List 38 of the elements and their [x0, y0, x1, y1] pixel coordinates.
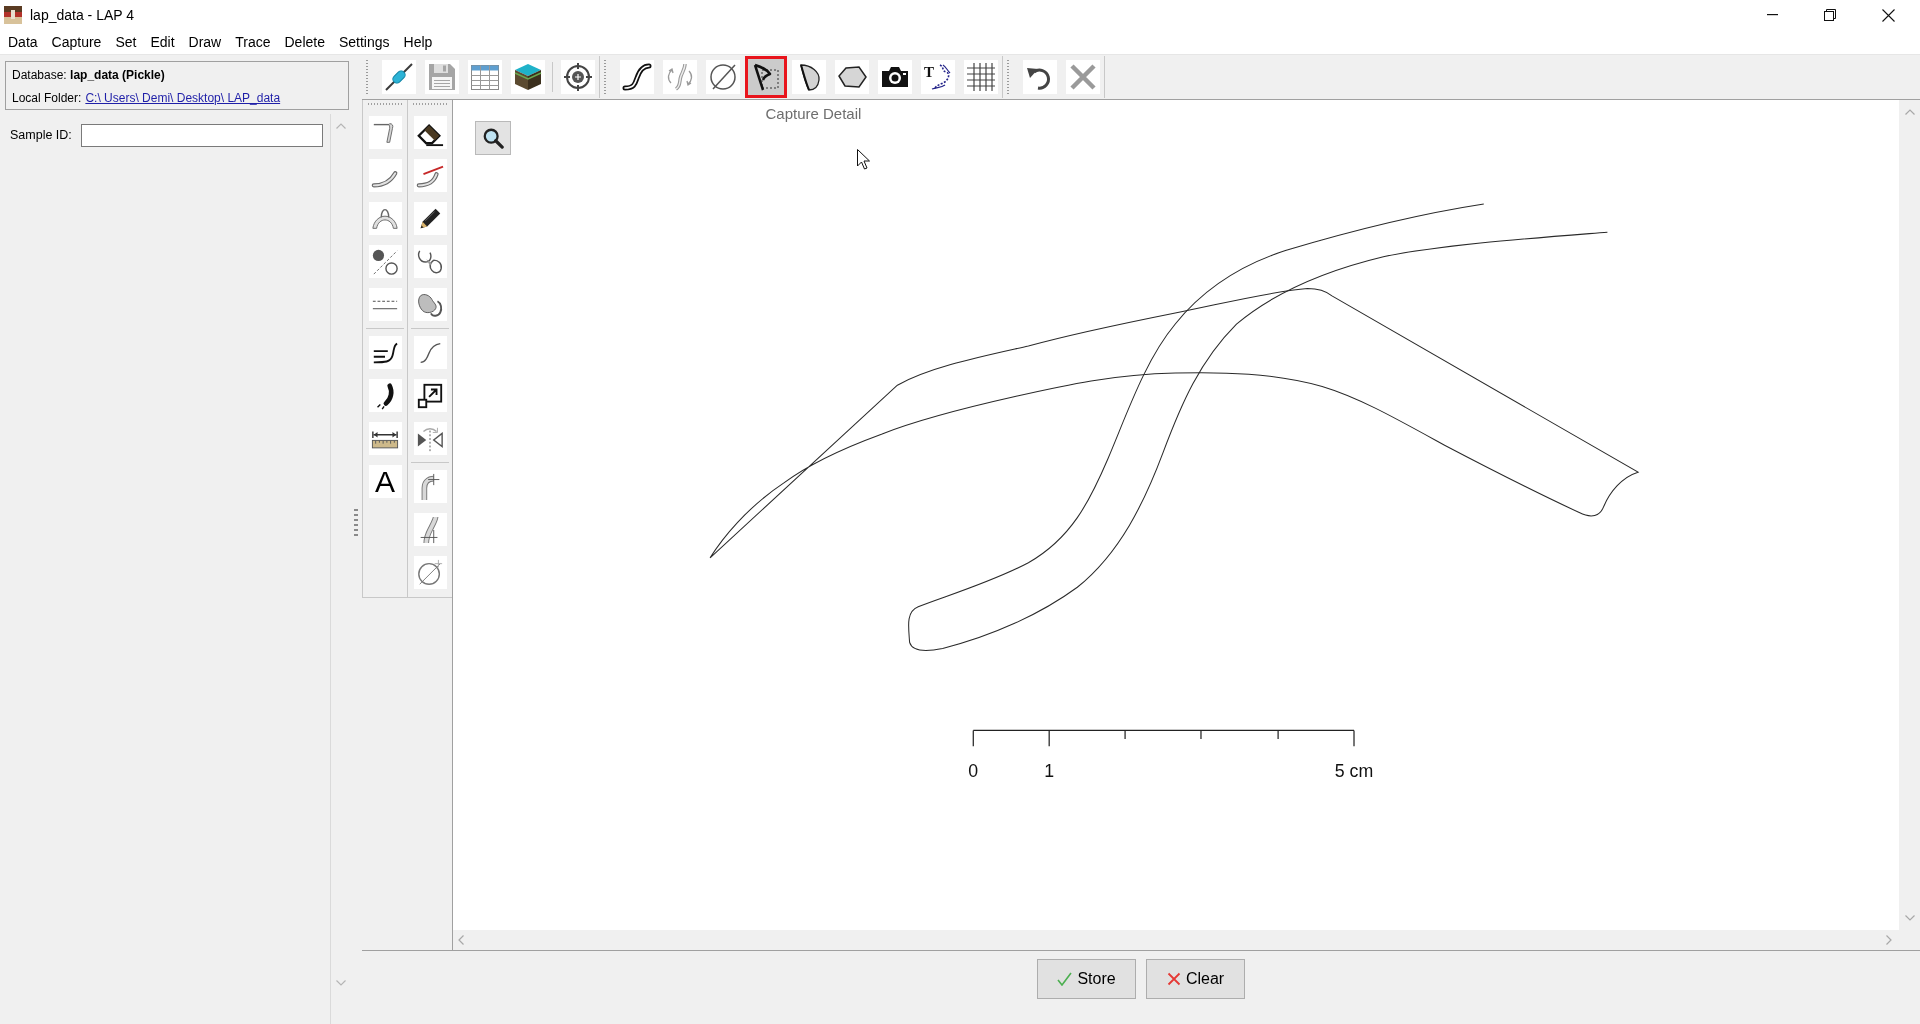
scale-label: 0	[968, 761, 979, 781]
menu-item[interactable]: Settings	[331, 31, 397, 53]
check-icon	[1057, 972, 1073, 986]
minimize-icon[interactable]	[1766, 14, 1778, 16]
menu-item[interactable]: Set	[108, 31, 144, 53]
grip-icon[interactable]	[412, 102, 448, 105]
close-icon[interactable]	[1881, 8, 1895, 22]
window-title: lap_data - LAP 4	[30, 5, 135, 25]
menu-item[interactable]: Draw	[181, 31, 229, 53]
store-button[interactable]: Store	[1037, 959, 1136, 999]
menu-item[interactable]: Delete	[277, 31, 332, 53]
text-tool-button[interactable]: A	[368, 465, 402, 498]
scale-label: 1	[1044, 761, 1055, 781]
toolbar-button[interactable]	[744, 56, 787, 98]
grip-icon[interactable]	[603, 60, 607, 94]
restore-icon[interactable]	[1824, 9, 1836, 21]
folder-label: Local Folder:	[12, 90, 82, 107]
cross-icon	[1166, 972, 1181, 986]
magnifier-icon[interactable]	[482, 127, 504, 149]
menu-item[interactable]: Capture	[44, 31, 109, 53]
menu-item[interactable]: Data	[1, 31, 45, 53]
zoom-button[interactable]	[475, 121, 511, 155]
grip-icon[interactable]	[365, 60, 369, 94]
menu-item[interactable]: Help	[396, 31, 440, 53]
clear-button[interactable]: Clear	[1146, 959, 1245, 999]
menu-item[interactable]: Edit	[143, 31, 182, 53]
scale-label: 5 cm	[1334, 761, 1374, 781]
sample-id-field[interactable]	[81, 124, 323, 147]
grip-icon[interactable]	[1006, 60, 1010, 94]
sample-id-label: Sample ID:	[10, 127, 73, 145]
grip-icon[interactable]	[354, 509, 358, 536]
menu-item[interactable]: Trace	[228, 31, 278, 53]
app-logo-icon	[4, 6, 22, 24]
grip-icon[interactable]	[367, 102, 403, 105]
database-text: Database: lap_data (Pickle)	[12, 67, 166, 84]
cursor-icon	[857, 149, 870, 170]
tooltip-text: Capture Detail	[765, 105, 862, 122]
folder-link[interactable]: C:\ Users\ Demi\ Desktop\ LAP_data	[85, 89, 281, 108]
